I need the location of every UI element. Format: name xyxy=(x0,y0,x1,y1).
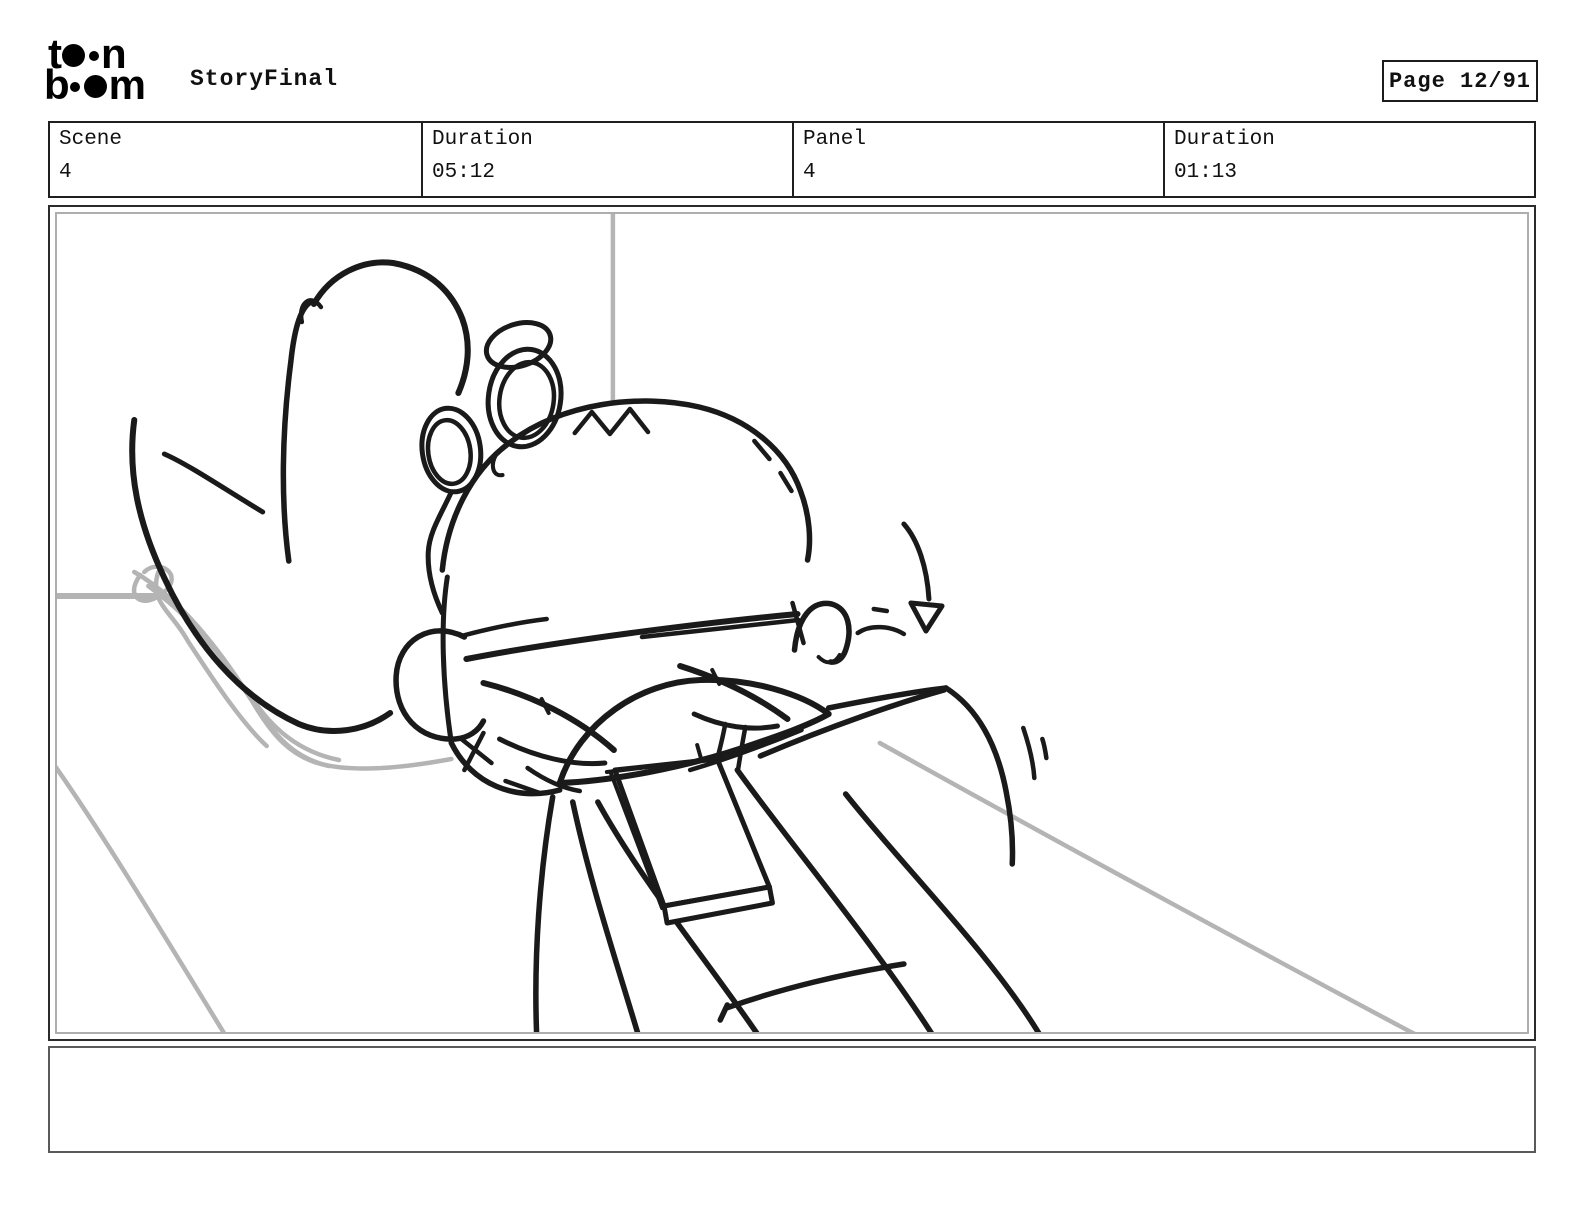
panel-label: Panel xyxy=(803,128,867,151)
motion-lines xyxy=(1021,725,1049,781)
ear xyxy=(393,628,487,742)
book-corner-tick xyxy=(695,743,704,761)
right-eye-lower-lid xyxy=(691,711,780,731)
motion-tick xyxy=(1040,736,1049,761)
nostril xyxy=(816,653,842,665)
info-cell-panel-duration: Duration 01:13 xyxy=(1163,123,1534,196)
caption-box xyxy=(48,1046,1536,1153)
hair-curl-tail xyxy=(425,489,454,616)
cheek-line xyxy=(440,574,454,746)
arrow-head xyxy=(908,600,945,634)
page-number-box: Page 12/91 xyxy=(1382,60,1538,102)
storyboard-panel-frame xyxy=(48,205,1536,1041)
panel-duration-value: 01:13 xyxy=(1174,161,1238,184)
chaise-edge-line xyxy=(877,740,1416,1032)
brow-line xyxy=(463,611,801,662)
logo-row-bottom: bm xyxy=(44,60,146,108)
hair-arc-dome xyxy=(310,259,471,396)
jaw-line xyxy=(448,740,563,797)
document-title: StoryFinal xyxy=(190,66,339,92)
arrow-stem xyxy=(901,521,932,602)
head-tick xyxy=(778,470,794,494)
hair-spikes xyxy=(572,406,651,437)
motion-curve xyxy=(855,624,907,637)
info-cell-scene: Scene 4 xyxy=(50,123,421,196)
head-outline xyxy=(439,398,813,573)
storyboard-sketch xyxy=(57,214,1416,1032)
head-snag xyxy=(490,452,505,478)
right-eye-upper-lid xyxy=(677,663,791,722)
info-cell-panel: Panel 4 xyxy=(792,123,1163,196)
blanket-line xyxy=(533,794,556,1032)
panel-value: 4 xyxy=(803,161,816,184)
chest-top-line xyxy=(757,687,947,759)
storyboard-panel xyxy=(55,212,1529,1034)
info-row: Scene 4 Duration 05:12 Panel 4 Duration … xyxy=(48,121,1536,198)
hair-accent xyxy=(161,451,266,515)
scene-label: Scene xyxy=(59,128,123,151)
motion-arrow xyxy=(855,521,945,637)
blanket-fold xyxy=(723,961,907,1011)
left-eye-lower-lid xyxy=(496,736,608,767)
arm-curve xyxy=(943,685,1016,867)
info-cell-scene-duration: Duration 05:12 xyxy=(421,123,792,196)
page-number-label: Page 12/91 xyxy=(1388,68,1532,94)
blanket-line xyxy=(569,799,641,1032)
scene-value: 4 xyxy=(59,161,72,184)
storyboard-page: tn bm StoryFinal Page 12/91 Scene 4 Dura… xyxy=(0,0,1584,1224)
hair-arc-left xyxy=(280,299,314,564)
scene-duration-value: 05:12 xyxy=(432,161,496,184)
brow-echo xyxy=(459,616,549,639)
motion-tick xyxy=(1021,725,1037,781)
toonboom-logo: tn bm xyxy=(44,32,178,105)
scene-duration-label: Duration xyxy=(432,128,533,151)
motion-dash xyxy=(871,606,890,614)
panel-duration-label: Duration xyxy=(1174,128,1275,151)
chair-scribble xyxy=(146,583,332,769)
floor-line xyxy=(57,764,226,1032)
